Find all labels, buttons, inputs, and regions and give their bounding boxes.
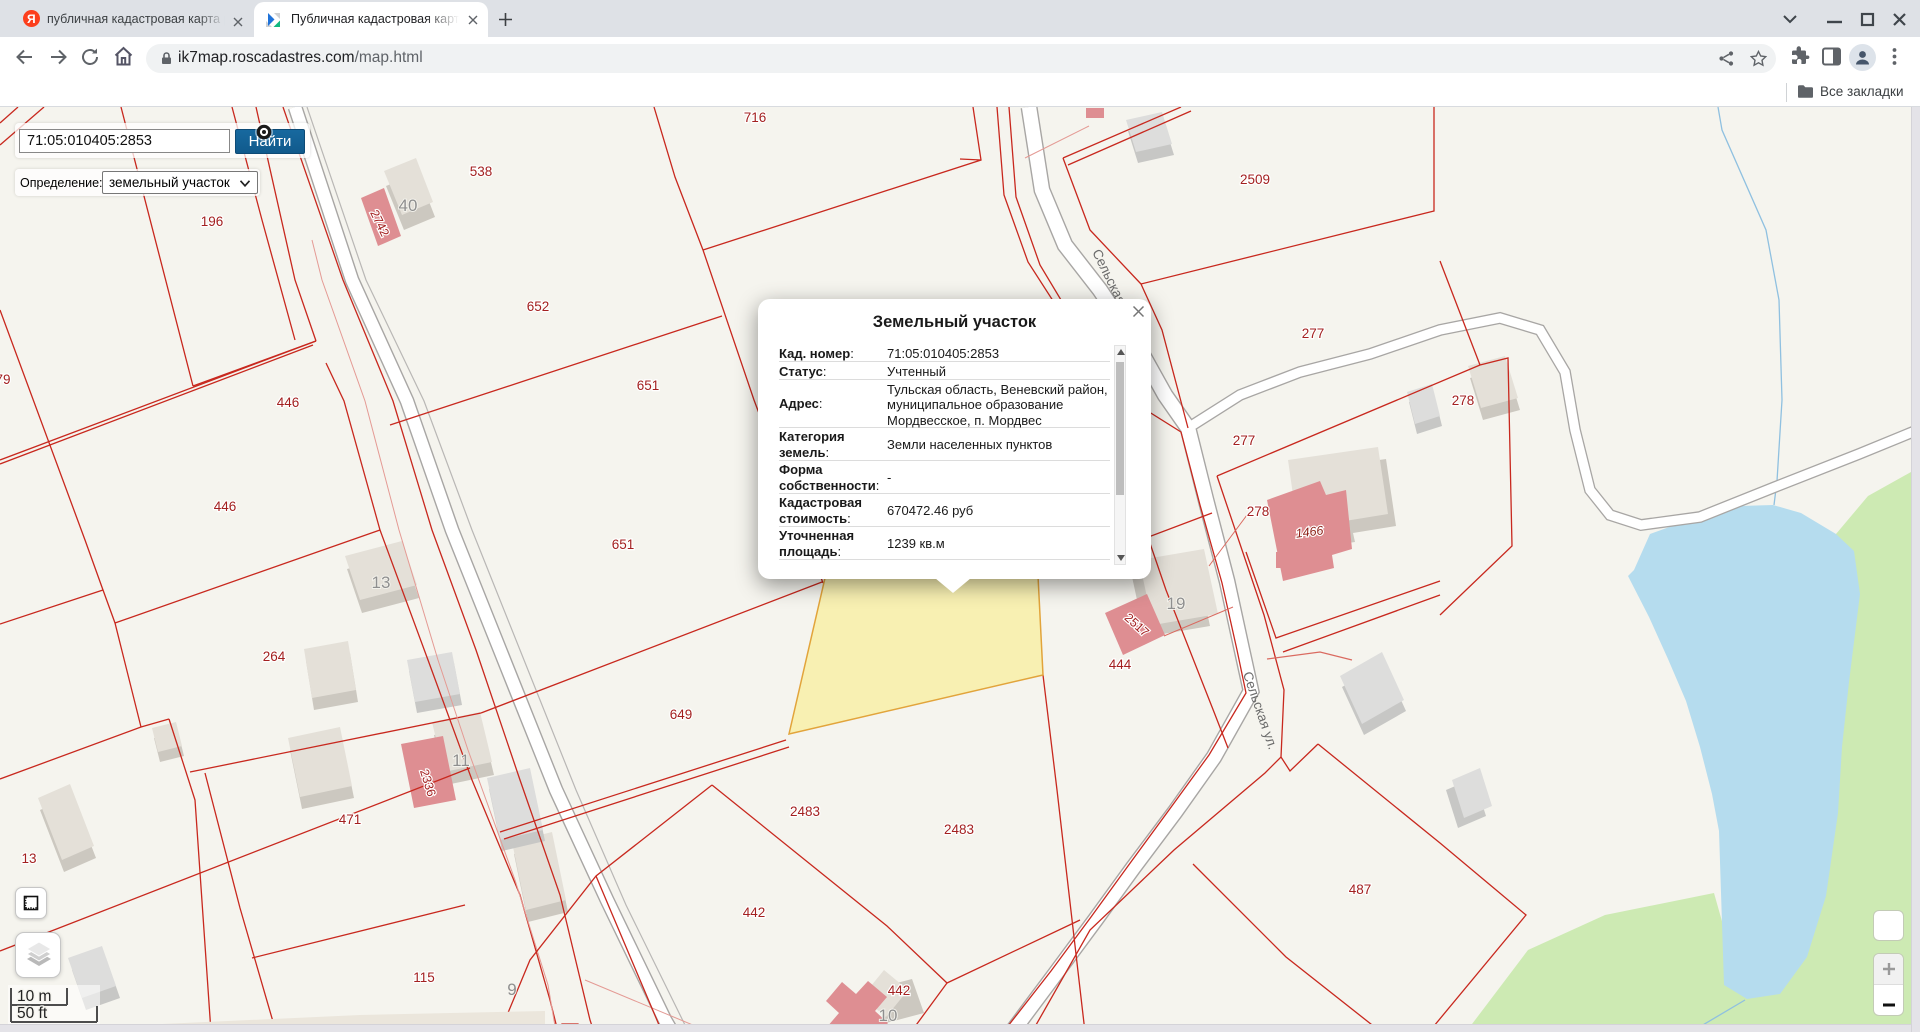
svg-text:2483: 2483 bbox=[790, 804, 820, 819]
svg-text:79: 79 bbox=[0, 372, 11, 387]
svg-text:651: 651 bbox=[612, 537, 635, 552]
svg-text:11: 11 bbox=[452, 751, 470, 770]
svg-text:2483: 2483 bbox=[944, 822, 974, 837]
svg-text:10 m: 10 m bbox=[17, 988, 51, 1005]
svg-text:264: 264 bbox=[263, 649, 286, 664]
svg-text:277: 277 bbox=[1302, 326, 1325, 341]
svg-text:13: 13 bbox=[21, 851, 36, 866]
svg-text:652: 652 bbox=[527, 299, 550, 314]
svg-text:278: 278 bbox=[1452, 393, 1475, 408]
svg-text:19: 19 bbox=[1167, 594, 1186, 613]
svg-text:649: 649 bbox=[670, 707, 693, 722]
svg-text:442: 442 bbox=[888, 983, 911, 998]
svg-text:277: 277 bbox=[1233, 433, 1256, 448]
svg-text:115: 115 bbox=[413, 970, 435, 985]
svg-text:40: 40 bbox=[399, 196, 418, 215]
svg-text:9: 9 bbox=[507, 980, 516, 999]
svg-text:278: 278 bbox=[1247, 504, 1270, 519]
svg-text:471: 471 bbox=[339, 812, 362, 827]
svg-text:444: 444 bbox=[1109, 657, 1132, 672]
svg-text:446: 446 bbox=[214, 499, 237, 514]
svg-text:10: 10 bbox=[879, 1006, 898, 1024]
svg-text:50 ft: 50 ft bbox=[17, 1005, 48, 1022]
svg-text:487: 487 bbox=[1349, 882, 1372, 897]
svg-text:446: 446 bbox=[277, 395, 300, 410]
svg-text:196: 196 bbox=[201, 214, 224, 229]
svg-text:538: 538 bbox=[470, 164, 493, 179]
svg-text:442: 442 bbox=[743, 905, 766, 920]
svg-text:13: 13 bbox=[372, 573, 391, 592]
svg-text:651: 651 bbox=[637, 378, 660, 393]
svg-text:716: 716 bbox=[744, 110, 767, 125]
svg-text:2509: 2509 bbox=[1240, 172, 1270, 187]
